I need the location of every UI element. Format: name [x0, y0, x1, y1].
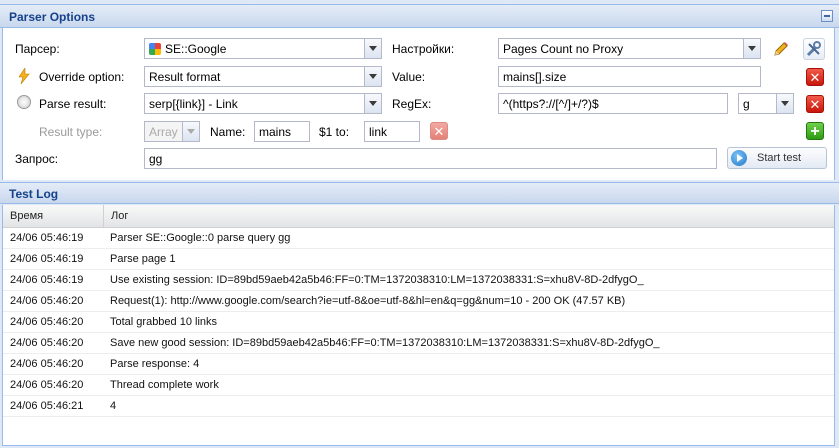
delete-icon[interactable]: ✕: [806, 95, 824, 113]
column-header-time[interactable]: Время: [3, 205, 104, 227]
regex-flag-value: g: [743, 97, 750, 111]
start-test-label: Start test: [757, 152, 802, 164]
parse-result-icon: [17, 95, 31, 109]
value-label: Value:: [392, 70, 426, 84]
override-select[interactable]: Result format: [144, 66, 382, 87]
start-test-button[interactable]: Start test: [727, 147, 827, 169]
result-type-label: Result type:: [39, 125, 103, 139]
result-type-value: Array: [149, 125, 178, 139]
settings-label: Настройки:: [392, 42, 455, 56]
tools-icon[interactable]: [803, 38, 825, 60]
settings-dropdown-trigger[interactable]: [743, 39, 760, 58]
name-input[interactable]: mains: [254, 121, 310, 142]
table-row[interactable]: 24/06 05:46:20 Request(1): http://www.goo…: [3, 291, 834, 312]
parse-result-dropdown-trigger[interactable]: [364, 94, 381, 113]
log-time-cell: 24/06 05:46:19: [10, 232, 84, 244]
value-input[interactable]: mains[].size: [498, 66, 761, 87]
delete-icon[interactable]: ✕: [806, 68, 824, 86]
log-message-cell: Total grabbed 10 links: [110, 316, 218, 328]
log-message-cell: Parser SE::Google::0 parse query gg: [110, 232, 291, 244]
table-row[interactable]: 24/06 05:46:20 Total grabbed 10 links: [3, 312, 834, 333]
regex-input-text: ^(https?://[^/]+/?)$: [503, 97, 599, 111]
log-time-cell: 24/06 05:46:20: [10, 316, 84, 328]
result-type-dropdown-trigger[interactable]: [182, 122, 199, 141]
parse-result-label: Parse result:: [39, 97, 107, 111]
log-message-cell: Save new good session: ID=89bd59aeb42a5b…: [110, 337, 660, 349]
parse-result-select-value: serp[{link}] - Link: [149, 97, 238, 111]
table-row[interactable]: 24/06 05:46:19 Parse page 1: [3, 249, 834, 270]
table-row[interactable]: 24/06 05:46:19 Parser SE::Google::0 parse…: [3, 228, 834, 249]
query-input[interactable]: gg: [144, 148, 717, 169]
log-message-cell: Parse response: 4: [110, 358, 200, 370]
regex-label: RegEx:: [392, 97, 432, 111]
regex-flag-select[interactable]: g: [738, 93, 794, 114]
pencil-icon[interactable]: [770, 38, 792, 60]
s1-label: $1 to:: [319, 125, 350, 139]
test-log-title: Test Log: [9, 187, 59, 201]
grid-header: Время Лог: [3, 205, 834, 228]
google-icon: [149, 43, 161, 55]
parser-options-title: Parser Options: [9, 10, 96, 24]
collapse-icon[interactable]: [821, 10, 833, 22]
override-select-value: Result format: [149, 70, 221, 84]
test-log-header: Test Log: [0, 182, 839, 204]
add-icon[interactable]: +: [806, 122, 824, 140]
query-input-text: gg: [149, 152, 163, 166]
test-log-grid: Время Лог 24/06 05:46:19 Parser SE::Googl…: [2, 205, 835, 446]
log-message-cell: Use existing session: ID=89bd59aeb42a5b4…: [110, 274, 644, 286]
override-dropdown-trigger[interactable]: [364, 67, 381, 86]
log-message-cell: Request(1): http://www.google.com/search…: [110, 295, 626, 307]
log-message-cell: 4: [110, 400, 117, 412]
log-time-cell: 24/06 05:46:21: [10, 400, 84, 412]
parser-select[interactable]: SE::Google: [144, 38, 382, 59]
grid-rows: 24/06 05:46:19 Parser SE::Google::0 parse…: [3, 228, 834, 417]
play-icon: [731, 150, 747, 166]
value-input-text: mains[].size: [503, 70, 567, 84]
parser-select-value: SE::Google: [165, 42, 227, 56]
name-input-text: mains: [259, 125, 292, 139]
parser-label: Парсер:: [15, 42, 60, 56]
parse-result-select[interactable]: serp[{link}] - Link: [144, 93, 382, 114]
parser-dropdown-trigger[interactable]: [364, 39, 381, 58]
table-row[interactable]: 24/06 05:46:20 Thread complete work: [3, 375, 834, 396]
result-type-select[interactable]: Array: [144, 121, 200, 142]
name-label: Name:: [210, 125, 246, 139]
log-time-cell: 24/06 05:46:19: [10, 253, 84, 265]
override-label: Override option:: [39, 70, 125, 84]
table-row[interactable]: 24/06 05:46:19 Use existing session: ID=8…: [3, 270, 834, 291]
log-message-cell: Thread complete work: [110, 379, 219, 391]
regex-flag-dropdown-trigger[interactable]: [776, 94, 793, 113]
s1-input[interactable]: link: [364, 121, 420, 142]
log-time-cell: 24/06 05:46:20: [10, 358, 84, 370]
settings-select-value: Pages Count no Proxy: [503, 42, 624, 56]
log-time-cell: 24/06 05:46:20: [10, 337, 84, 349]
table-row[interactable]: 24/06 05:46:20 Parse response: 4: [3, 354, 834, 375]
lightning-icon: [17, 67, 31, 87]
parser-options-header: Parser Options: [0, 4, 839, 28]
table-row[interactable]: 24/06 05:46:20 Save new good session: ID=…: [3, 333, 834, 354]
column-header-log[interactable]: Лог: [104, 205, 128, 227]
query-label: Запрос:: [15, 152, 59, 166]
log-time-cell: 24/06 05:46:20: [10, 379, 84, 391]
delete-icon[interactable]: ✕: [430, 122, 448, 140]
log-time-cell: 24/06 05:46:20: [10, 295, 84, 307]
s1-input-text: link: [369, 125, 388, 139]
regex-input[interactable]: ^(https?://[^/]+/?)$: [498, 93, 728, 114]
log-time-cell: 24/06 05:46:19: [10, 274, 84, 286]
parser-options-form: Парсер: SE::Google Настройки: Pages Coun…: [2, 28, 835, 180]
table-row[interactable]: 24/06 05:46:21 4: [3, 396, 834, 417]
log-message-cell: Parse page 1: [110, 253, 176, 265]
settings-select[interactable]: Pages Count no Proxy: [498, 38, 761, 59]
